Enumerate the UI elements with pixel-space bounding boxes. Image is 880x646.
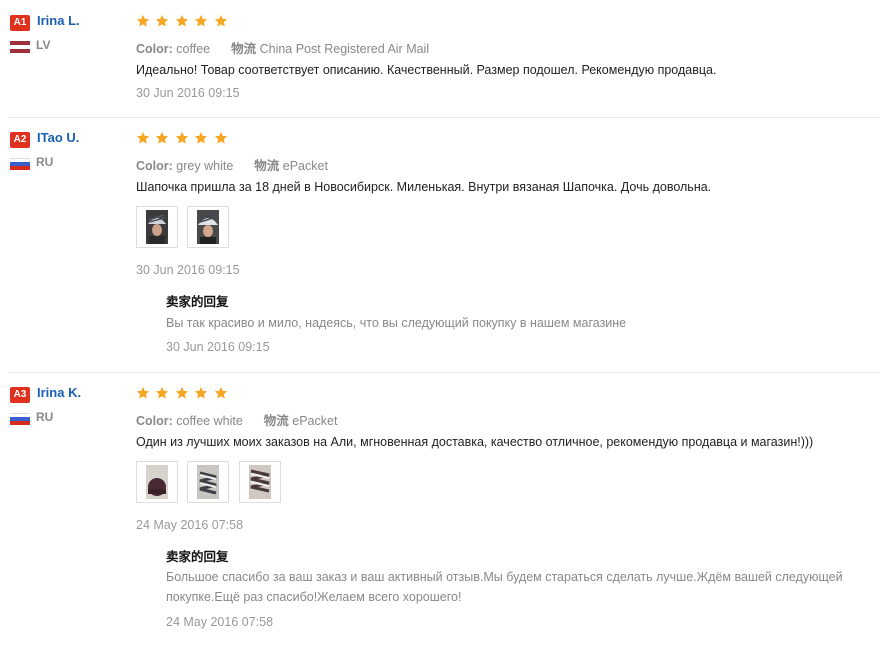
color-label: Color: xyxy=(136,414,173,428)
review-photo-thumbnail[interactable] xyxy=(187,206,230,248)
star-icon xyxy=(194,131,208,145)
shipping-value: ePacket xyxy=(282,159,328,173)
flag-ru-icon xyxy=(10,413,30,425)
seller-reply-text: покупке.Ещё раз спасибо!Желаем всего хор… xyxy=(166,590,462,604)
review-date: 30 Jun 2016 09:15 xyxy=(136,263,240,277)
star-icon xyxy=(214,131,228,145)
reviewer-name[interactable]: Irina K. xyxy=(37,385,81,400)
color-label: Color: xyxy=(136,42,173,56)
review-date: 30 Jun 2016 09:15 xyxy=(136,86,240,100)
reviewer-name[interactable]: ITao U. xyxy=(37,130,79,145)
reviewer-country: RU xyxy=(36,410,54,424)
star-icon xyxy=(155,14,169,28)
star-icon xyxy=(155,131,169,145)
star-icon xyxy=(214,386,228,400)
star-icon xyxy=(136,131,150,145)
buyer-level-badge: A3 xyxy=(10,386,30,403)
star-icon xyxy=(175,131,189,145)
review-photos xyxy=(136,461,286,503)
rating-stars xyxy=(136,131,229,147)
color-label: Color: xyxy=(136,159,173,173)
review-text: Идеально! Товар соответствует описанию. … xyxy=(136,63,717,77)
review-photo-thumbnail[interactable] xyxy=(136,206,178,248)
review-photo-thumbnail[interactable] xyxy=(187,461,230,503)
rating-stars xyxy=(136,386,229,402)
reviewer-country: RU xyxy=(36,155,54,169)
reviewer-name[interactable]: Irina L. xyxy=(37,13,80,28)
review-photos xyxy=(136,206,234,248)
shipping-value: ePacket xyxy=(292,414,338,428)
shipping-label: 物流 xyxy=(263,414,289,428)
shipping-value: China Post Registered Air Mail xyxy=(259,42,430,56)
color-value: grey white xyxy=(176,159,234,173)
color-value: coffee white xyxy=(176,414,243,428)
shipping-label: 物流 xyxy=(231,42,257,56)
reviewer-info: A2 ITao U. RU xyxy=(10,130,130,170)
star-icon xyxy=(136,386,150,400)
star-icon xyxy=(155,386,169,400)
review-divider xyxy=(8,372,880,373)
flag-lv-icon xyxy=(10,41,30,53)
review-divider xyxy=(8,117,880,118)
flag-ru-icon xyxy=(10,158,30,170)
star-icon xyxy=(175,14,189,28)
star-icon xyxy=(175,386,189,400)
order-info: Color: coffee 物流 China Post Registered A… xyxy=(136,38,429,57)
star-icon xyxy=(214,14,228,28)
star-icon xyxy=(194,14,208,28)
seller-reply-title: 卖家的回复 xyxy=(166,550,229,564)
buyer-level-badge: A2 xyxy=(10,131,30,148)
seller-reply-date: 30 Jun 2016 09:15 xyxy=(166,340,270,354)
buyer-level-badge: A1 xyxy=(10,14,30,31)
review-photo-thumbnail[interactable] xyxy=(238,461,281,503)
review-date: 24 May 2016 07:58 xyxy=(136,518,244,532)
reviewer-country: LV xyxy=(36,38,51,52)
reviewer-info: A1 Irina L. LV xyxy=(10,13,130,53)
review-text: Один из лучших моих заказов на Али, мгно… xyxy=(136,435,814,449)
seller-reply-text: Вы так красиво и мило, надеясь, что вы с… xyxy=(166,316,627,330)
order-info: Color: grey white 物流 ePacket xyxy=(136,155,328,174)
seller-reply-date: 24 May 2016 07:58 xyxy=(166,615,274,629)
review-photo-thumbnail[interactable] xyxy=(136,461,178,503)
review-text: Шапочка пришла за 18 дней в Новосибирск.… xyxy=(136,180,712,194)
reviewer-info: A3 Irina K. RU xyxy=(10,385,130,425)
order-info: Color: coffee white 物流 ePacket xyxy=(136,410,337,429)
seller-reply-text: Большое спасибо за ваш заказ и ваш актив… xyxy=(166,570,843,584)
star-icon xyxy=(136,14,150,28)
color-value: coffee xyxy=(176,42,211,56)
star-icon xyxy=(194,386,208,400)
rating-stars xyxy=(136,14,229,30)
shipping-label: 物流 xyxy=(254,159,280,173)
seller-reply-title: 卖家的回复 xyxy=(166,295,229,309)
